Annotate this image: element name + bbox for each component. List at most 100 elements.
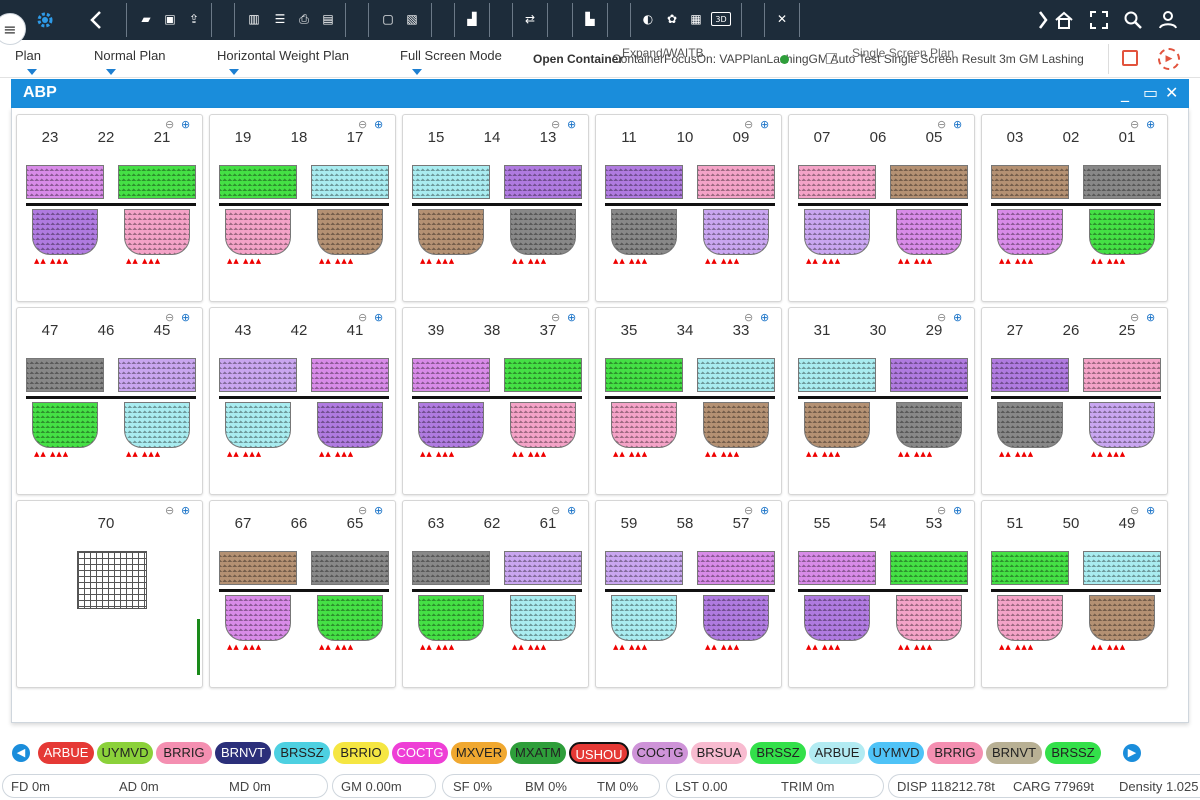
bay-number[interactable]: 61 <box>533 515 563 532</box>
bay-on-deck[interactable] <box>605 551 683 585</box>
zoom-in-icon[interactable]: ⊕ <box>567 311 576 324</box>
bay-number[interactable]: 49 <box>1112 515 1142 532</box>
zoom-out-icon[interactable]: ⊖ <box>1130 118 1139 131</box>
forward-icon[interactable] <box>1036 0 1050 40</box>
bay-number[interactable]: 34 <box>670 322 700 339</box>
bay-on-deck[interactable] <box>1083 165 1161 199</box>
port-chip[interactable]: ARBUE <box>38 742 94 764</box>
bay-on-deck[interactable] <box>605 165 683 199</box>
bay-number[interactable]: 41 <box>340 322 370 339</box>
zoom-in-icon[interactable]: ⊕ <box>374 504 383 517</box>
bay-on-deck[interactable] <box>890 165 968 199</box>
bay-in-hold[interactable] <box>317 209 383 255</box>
close-x-icon[interactable]: ✕ <box>775 12 789 26</box>
bay-number[interactable]: 26 <box>1056 322 1086 339</box>
bay-in-hold[interactable] <box>997 209 1063 255</box>
bay-on-deck[interactable] <box>697 358 775 392</box>
bay-on-deck[interactable] <box>412 165 490 199</box>
bay-on-deck[interactable] <box>991 165 1069 199</box>
bay-in-hold[interactable] <box>703 402 769 448</box>
bay-in-hold[interactable] <box>997 402 1063 448</box>
cargo-icon[interactable]: ▤ <box>321 12 335 26</box>
zoom-in-icon[interactable]: ⊕ <box>374 311 383 324</box>
bay-in-hold[interactable] <box>1089 402 1155 448</box>
maximize-icon[interactable]: ▭ <box>1143 83 1158 102</box>
image-icon[interactable]: ▧ <box>405 12 419 26</box>
zoom-out-icon[interactable]: ⊖ <box>551 118 560 131</box>
bay-number[interactable]: 70 <box>91 515 121 532</box>
grid-icon[interactable]: ▦ <box>689 12 703 26</box>
bay-card[interactable]: 31 30 29 ⊖ ⊕ ▲▲ ▲▲▲ ▲▲ ▲▲▲ <box>788 307 975 495</box>
bay-number[interactable]: 58 <box>670 515 700 532</box>
zoom-out-icon[interactable]: ⊖ <box>165 311 174 324</box>
zoom-out-icon[interactable]: ⊖ <box>165 118 174 131</box>
port-chip[interactable]: BRSSZ <box>750 742 806 764</box>
zoom-out-icon[interactable]: ⊖ <box>165 504 174 517</box>
bay-number[interactable]: 38 <box>477 322 507 339</box>
close-icon[interactable]: ✕ <box>1165 83 1178 102</box>
bay-number[interactable]: 66 <box>284 515 314 532</box>
bay-in-hold[interactable] <box>225 209 291 255</box>
zoom-out-icon[interactable]: ⊖ <box>358 118 367 131</box>
bay-number[interactable]: 05 <box>919 129 949 146</box>
bay-in-hold[interactable] <box>225 402 291 448</box>
single-screen-checkbox[interactable] <box>826 53 837 64</box>
gear-icon[interactable] <box>33 0 57 40</box>
bay-number[interactable]: 23 <box>35 129 65 146</box>
bay-in-hold[interactable] <box>124 402 190 448</box>
bay-on-deck[interactable] <box>697 551 775 585</box>
bay-card[interactable]: 70 ⊖ ⊕ <box>16 500 203 688</box>
bay-in-hold[interactable] <box>611 595 677 641</box>
bay-number[interactable]: 07 <box>807 129 837 146</box>
bay-in-hold[interactable] <box>611 402 677 448</box>
bay-number[interactable]: 06 <box>863 129 893 146</box>
bay-number[interactable]: 67 <box>228 515 258 532</box>
legend-prev-icon[interactable]: ◀ <box>12 744 30 762</box>
bay-card[interactable]: 07 06 05 ⊖ ⊕ ▲▲ ▲▲▲ ▲▲ ▲▲▲ <box>788 114 975 302</box>
bay-card[interactable]: 43 42 41 ⊖ ⊕ ▲▲ ▲▲▲ ▲▲ ▲▲▲ <box>209 307 396 495</box>
bay-number[interactable]: 31 <box>807 322 837 339</box>
bay-number[interactable]: 33 <box>726 322 756 339</box>
bay-on-deck[interactable] <box>504 165 582 199</box>
bay-in-hold[interactable] <box>225 595 291 641</box>
zoom-in-icon[interactable]: ⊕ <box>1146 311 1155 324</box>
print-icon[interactable]: ⎙ <box>297 12 311 26</box>
bay-number[interactable]: 55 <box>807 515 837 532</box>
bay-in-hold[interactable] <box>997 595 1063 641</box>
bay-on-deck[interactable] <box>412 358 490 392</box>
report-icon[interactable] <box>1122 50 1138 66</box>
bay-number[interactable]: 11 <box>614 129 644 146</box>
zoom-out-icon[interactable]: ⊖ <box>937 118 946 131</box>
bay-card[interactable]: 51 50 49 ⊖ ⊕ ▲▲ ▲▲▲ ▲▲ ▲▲▲ <box>981 500 1168 688</box>
zoom-in-icon[interactable]: ⊕ <box>953 504 962 517</box>
bay-number[interactable]: 65 <box>340 515 370 532</box>
bay-in-hold[interactable] <box>804 209 870 255</box>
bay-number[interactable]: 53 <box>919 515 949 532</box>
bay-number[interactable]: 62 <box>477 515 507 532</box>
bay-on-deck[interactable] <box>1083 358 1161 392</box>
bay-number[interactable]: 47 <box>35 322 65 339</box>
bay-on-deck[interactable] <box>798 165 876 199</box>
bay-on-deck[interactable] <box>219 358 297 392</box>
bay-on-deck[interactable] <box>798 551 876 585</box>
bay-number[interactable]: 50 <box>1056 515 1086 532</box>
bay-card[interactable]: 55 54 53 ⊖ ⊕ ▲▲ ▲▲▲ ▲▲ ▲▲▲ <box>788 500 975 688</box>
bay-number[interactable]: 01 <box>1112 129 1142 146</box>
bay-card[interactable]: 11 10 09 ⊖ ⊕ ▲▲ ▲▲▲ ▲▲ ▲▲▲ <box>595 114 782 302</box>
port-chip[interactable]: BRRIO <box>333 742 389 764</box>
zoom-out-icon[interactable]: ⊖ <box>744 504 753 517</box>
zoom-in-icon[interactable]: ⊕ <box>760 118 769 131</box>
bay-in-hold[interactable] <box>1089 209 1155 255</box>
zoom-out-icon[interactable]: ⊖ <box>358 504 367 517</box>
bay-on-deck[interactable] <box>1083 551 1161 585</box>
zoom-out-icon[interactable]: ⊖ <box>744 311 753 324</box>
port-chip[interactable]: UYMVD <box>97 742 153 764</box>
open-folder-icon[interactable]: ▰ <box>139 12 153 26</box>
palette-icon[interactable]: ✿ <box>665 12 679 26</box>
bay-number[interactable]: 63 <box>421 515 451 532</box>
bay-number[interactable]: 51 <box>1000 515 1030 532</box>
bay-card[interactable]: 19 18 17 ⊖ ⊕ ▲▲ ▲▲▲ ▲▲ ▲▲▲ <box>209 114 396 302</box>
zoom-out-icon[interactable]: ⊖ <box>1130 504 1139 517</box>
port-chip[interactable]: BRRIG <box>927 742 983 764</box>
bay-card[interactable]: 47 46 45 ⊖ ⊕ ▲▲ ▲▲▲ ▲▲ ▲▲▲ <box>16 307 203 495</box>
